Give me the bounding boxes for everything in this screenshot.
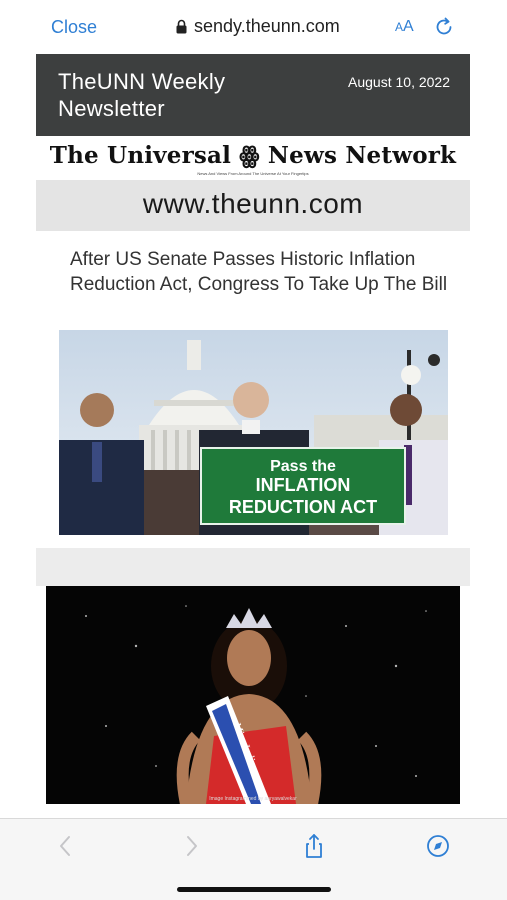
- site-url-banner[interactable]: www.theunn.com: [36, 180, 470, 231]
- article-image-pageant[interactable]: Miss India Image Instagrammed by aaryawa…: [46, 586, 460, 804]
- reload-icon[interactable]: [433, 16, 455, 38]
- newsletter-title: TheUNN Weekly Newsletter: [58, 69, 226, 121]
- browser-toolbar: [0, 818, 507, 900]
- chevron-left-icon[interactable]: [53, 833, 79, 859]
- safari-page: Close sendy.theunn.com AA TheUNN Weekly …: [0, 0, 507, 900]
- text-size-small-label: A: [395, 20, 404, 34]
- article-headline[interactable]: After US Senate Passes Historic Inflatio…: [70, 247, 450, 297]
- sign-line-1: Pass the: [270, 458, 336, 475]
- text-size-big-label: A: [403, 18, 414, 35]
- url-text: sendy.theunn.com: [194, 16, 340, 36]
- close-button[interactable]: Close: [51, 17, 97, 38]
- article-image-senate[interactable]: Pass the INFLATION REDUCTION ACT: [59, 330, 448, 535]
- section-divider: [36, 548, 470, 586]
- logo-tagline: News And Views From Around The Universe …: [197, 171, 309, 176]
- address-bar[interactable]: sendy.theunn.com: [176, 16, 340, 37]
- browser-top-bar: Close sendy.theunn.com AA: [0, 0, 507, 54]
- sign-line-3: REDUCTION ACT: [229, 497, 377, 517]
- text-size-button[interactable]: AA: [395, 18, 414, 36]
- lock-icon: [176, 19, 187, 34]
- senate-photo: Pass the INFLATION REDUCTION ACT: [59, 330, 448, 535]
- sign-line-2: INFLATION: [256, 475, 351, 495]
- photo-credit: Image Instagrammed by aaryawalvekar: [209, 796, 297, 802]
- site-url: www.theunn.com: [142, 188, 364, 219]
- newsletter-header: TheUNN Weekly Newsletter August 10, 2022: [36, 54, 470, 136]
- pageant-photo: Miss India: [46, 586, 460, 804]
- logo-wordmark: The Universal ꙮ News Network: [49, 142, 457, 169]
- chevron-right-icon[interactable]: [178, 833, 204, 859]
- share-icon[interactable]: [301, 833, 327, 859]
- unn-logo[interactable]: The Universal ꙮ News Network News And Vi…: [36, 136, 470, 180]
- compass-icon[interactable]: [425, 833, 451, 859]
- home-indicator[interactable]: [177, 887, 331, 892]
- newsletter-date: August 10, 2022: [348, 74, 450, 90]
